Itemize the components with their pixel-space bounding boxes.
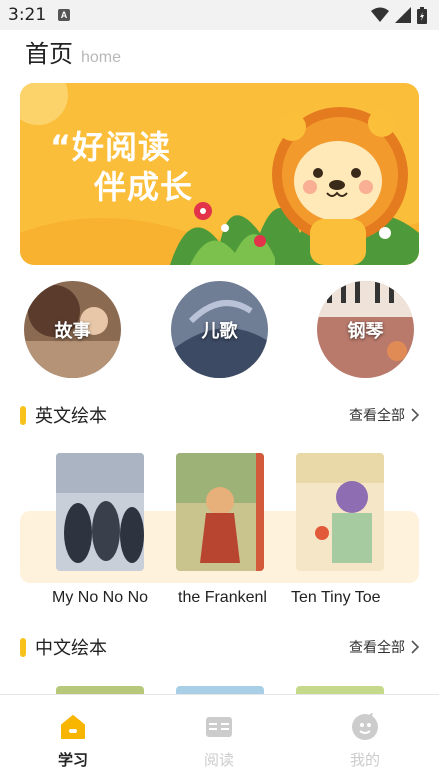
category-label: 钢琴 bbox=[347, 321, 384, 342]
category-label: 儿歌 bbox=[201, 321, 238, 342]
page-header: 首页 home bbox=[25, 34, 121, 74]
status-time: 3:21 bbox=[8, 5, 47, 25]
view-all-button[interactable]: 查看全部 bbox=[349, 637, 419, 657]
home-icon bbox=[61, 715, 85, 739]
tab-label: 我的 bbox=[349, 751, 380, 769]
section-title: 中文绘本 bbox=[35, 638, 107, 659]
chinese-books-header: 中文绘本 查看全部 bbox=[20, 634, 419, 660]
category-label: 故事 bbox=[54, 321, 91, 342]
bottom-tab-bar: 学习 阅读 我的 bbox=[0, 694, 439, 783]
banner-line-1: “好阅读 bbox=[50, 128, 172, 166]
page-subtitle: home bbox=[81, 49, 122, 66]
tab-label: 学习 bbox=[57, 751, 88, 769]
section-accent-bar bbox=[20, 638, 26, 657]
book-title: Ten Tiny Toe bbox=[291, 589, 381, 606]
status-bar: 3:21 A bbox=[0, 0, 439, 30]
signal-icon bbox=[395, 7, 411, 23]
book-cover-image bbox=[296, 453, 384, 571]
tab-study[interactable]: 学习 bbox=[43, 713, 103, 770]
view-all-label: 查看全部 bbox=[349, 640, 405, 656]
banner-line-2: 伴成长 bbox=[94, 168, 194, 206]
category-piano[interactable]: 钢琴 bbox=[317, 281, 414, 378]
page-title: 首页 bbox=[25, 40, 73, 68]
book-cover[interactable] bbox=[296, 453, 384, 571]
category-story[interactable]: 故事 bbox=[24, 281, 121, 378]
book-icon bbox=[206, 717, 232, 737]
banner-title: “好阅读 伴成长 bbox=[50, 127, 230, 207]
tab-reading[interactable]: 阅读 bbox=[189, 713, 249, 770]
system-icons bbox=[371, 6, 427, 24]
battery-icon bbox=[417, 6, 427, 24]
book-title: My No No No bbox=[52, 589, 149, 606]
profile-icon bbox=[352, 713, 378, 740]
promo-banner[interactable]: “好阅读 伴成长 bbox=[20, 83, 419, 265]
book-cover[interactable] bbox=[176, 453, 264, 571]
wifi-icon bbox=[371, 7, 389, 22]
section-title: 英文绘本 bbox=[35, 406, 107, 427]
tab-label: 阅读 bbox=[203, 751, 234, 769]
tab-profile[interactable]: 我的 bbox=[335, 713, 395, 770]
chevron-right-icon bbox=[411, 640, 419, 654]
view-all-button[interactable]: 查看全部 bbox=[349, 405, 419, 425]
view-all-label: 查看全部 bbox=[349, 408, 405, 424]
category-nursery-rhymes[interactable]: 儿歌 bbox=[171, 281, 268, 378]
book-cover[interactable] bbox=[56, 453, 144, 571]
english-books-header: 英文绘本 查看全部 bbox=[20, 402, 419, 428]
chevron-right-icon bbox=[411, 408, 419, 422]
section-accent-bar bbox=[20, 406, 26, 425]
book-cover-image bbox=[56, 453, 144, 571]
a-icon: A bbox=[58, 9, 70, 21]
book-title: the Frankenl bbox=[178, 589, 267, 606]
book-cover-image bbox=[176, 453, 264, 571]
